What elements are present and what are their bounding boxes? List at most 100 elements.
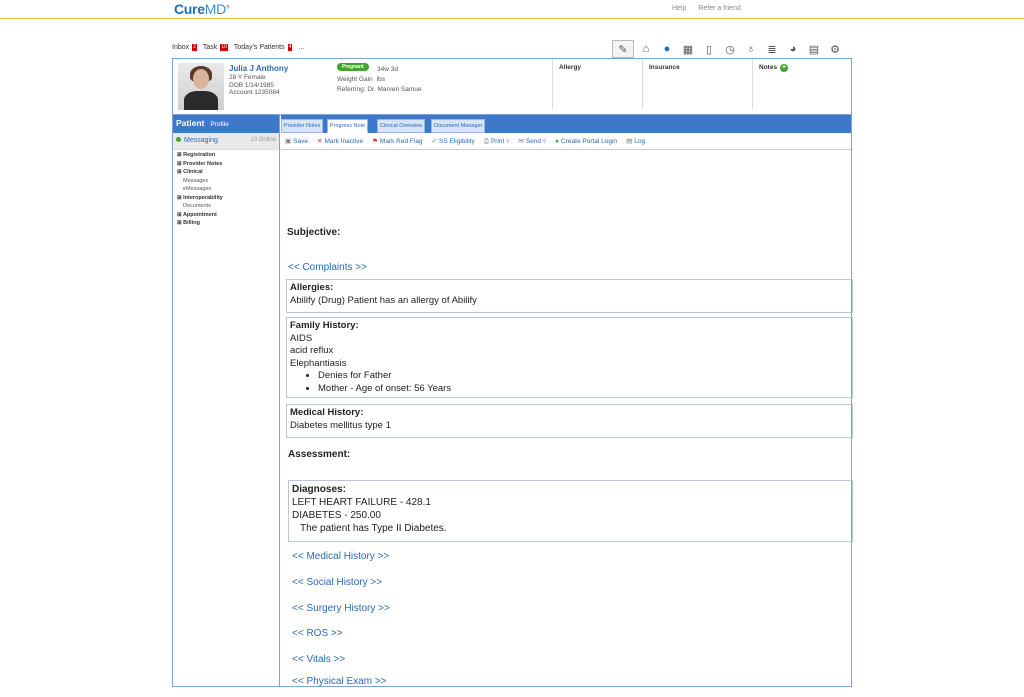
family-bullet: Denies for Father — [318, 370, 849, 383]
progress-note-content: Subjective: << Complaints >> Allergies: … — [281, 150, 853, 687]
patient-banner: Julia J Anthony 28 Y Female DOB 1/14/198… — [173, 59, 851, 115]
document-icon[interactable]: ▯ — [700, 40, 718, 58]
family-item: AIDS — [290, 332, 313, 344]
film-icon[interactable]: ▤ — [805, 40, 823, 58]
eligibility-icon: ✓ — [431, 138, 437, 145]
diagnoses-section: Diagnoses: LEFT HEART FAILURE - 428.1 DI… — [288, 480, 853, 542]
allergies-text: Abilify (Drug) Patient has an allergy of… — [290, 294, 477, 306]
tree-item-billing[interactable]: ⊞ Billing — [177, 219, 275, 228]
insurance-label: Insurance — [649, 64, 680, 71]
tree-item-appointment[interactable]: ⊞ Appointment — [177, 211, 275, 220]
money-bag-icon[interactable]: ♁ — [742, 40, 760, 58]
top-links: Help Refer a friend — [672, 5, 751, 12]
family-item: Elephantiasis — [290, 357, 347, 369]
patient-account: Account 1235084 — [229, 89, 280, 96]
tab-progress-note[interactable]: Progress Note — [327, 119, 369, 133]
sidebar-title[interactable]: Patient — [176, 118, 204, 128]
create-portal-login-button[interactable]: ● Create Portal Login — [555, 138, 617, 145]
vitals-link[interactable]: << Vitals >> — [292, 654, 345, 665]
patient-name[interactable]: Julia J Anthony — [229, 64, 288, 73]
stack-icon[interactable]: ≣ — [763, 40, 781, 58]
medical-history-section: Medical History: Diabetes mellitus type … — [286, 404, 853, 438]
tree-item-documents[interactable]: Documents — [177, 202, 275, 211]
complaints-link[interactable]: << Complaints >> — [288, 262, 367, 273]
patient-dob: DOB 1/14/1985 — [229, 81, 274, 89]
add-note-icon[interactable]: + — [780, 64, 789, 72]
referring-physician: Referring: Dr. Marven Samue — [337, 86, 422, 93]
stethoscope-icon[interactable]: ✎ — [612, 40, 634, 58]
family-bullet: Mother - Age of onset: 56 Years — [318, 383, 849, 396]
tab-document-manager[interactable]: Document Manager — [431, 119, 486, 133]
log-icon: ▤ — [626, 138, 633, 145]
patient-age-sex: 28 Y Female — [229, 74, 266, 81]
task-link[interactable]: Task — [203, 44, 217, 51]
allergies-section: Allergies: Abilify (Drug) Patient has an… — [286, 279, 853, 313]
tab-strip: Provider Notes Progress Note Clinical Ov… — [281, 115, 851, 133]
notes-label: Notes — [759, 64, 778, 71]
patient-info: 28 Y Female DOB 1/14/1985 Account 123508… — [229, 74, 280, 97]
tree-item-clinical[interactable]: ⊞ Clinical — [177, 168, 275, 177]
sidebar-header: Patient Profile — [173, 115, 279, 133]
send-button[interactable]: ✉ Send ▿ — [518, 137, 546, 145]
task-count-badge: 10 — [220, 44, 228, 51]
insurance-panel: Insurance — [642, 59, 752, 109]
mark-inactive-button[interactable]: ✕ Mark Inactive — [317, 137, 363, 145]
user-icon[interactable]: ● — [658, 40, 676, 58]
tab-clinical-overview[interactable]: Clinical Overview — [377, 119, 426, 133]
social-history-link[interactable]: << Social History >> — [292, 577, 382, 588]
todays-patients-link[interactable]: Today's Patients — [234, 44, 285, 51]
messaging-row[interactable]: Messaging 10 Online — [173, 133, 279, 150]
tree-item-provider-notes[interactable]: ⊞ Provider Notes — [177, 160, 275, 169]
home-icon[interactable]: ⌂ — [637, 40, 655, 58]
sidebar-profile-link[interactable]: Profile — [210, 121, 228, 128]
module-toolbar: ✎ ⌂ ● ▦ ▯ ◷ ♁ ≣ ◕ ▤ ⚙ — [612, 40, 844, 58]
ss-eligibility-button[interactable]: ✓ SS Eligibility — [432, 137, 475, 145]
help-link[interactable]: Help — [672, 5, 686, 12]
inbox-link[interactable]: Inbox — [172, 44, 189, 51]
inactive-icon: ✕ — [316, 138, 323, 145]
action-toolbar: ▣ Save ✕ Mark Inactive ⚑ Mark Red Flag ✓ SS … — [281, 133, 851, 150]
mark-red-flag-button[interactable]: ⚑ Mark Red Flag — [372, 137, 422, 145]
inbox-count-badge: 2 — [192, 44, 197, 51]
family-history-section: Family History: AIDS acid reflux Elephan… — [286, 317, 853, 398]
medical-history-title: Medical History: — [290, 407, 364, 418]
patient-frame: Julia J Anthony 28 Y Female DOB 1/14/198… — [172, 58, 853, 687]
log-button[interactable]: ▤ Log — [626, 137, 645, 145]
tree-item-registration[interactable]: ⊞ Registration — [177, 151, 275, 160]
notification-bar: Inbox 2 Task 10 Today's Patients 4 ... — [172, 44, 304, 51]
alarm-icon[interactable]: ◷ — [721, 40, 739, 58]
gestation-value: 34w 3d — [377, 66, 398, 73]
tab-provider-notes[interactable]: Provider Notes — [281, 119, 324, 133]
assessment-heading: Assessment: — [288, 449, 351, 460]
online-status-icon — [176, 137, 181, 142]
refer-friend-link[interactable]: Refer a friend — [698, 5, 740, 12]
print-button[interactable]: ⎙ Print ▿ — [484, 137, 510, 146]
surgery-history-link[interactable]: << Surgery History >> — [292, 603, 390, 614]
portal-icon: ● — [555, 137, 560, 145]
calendar-icon[interactable]: ▦ — [679, 40, 697, 58]
tree-item-emessages[interactable]: eMessages — [177, 185, 275, 194]
medical-history-link[interactable]: << Medical History >> — [292, 551, 389, 562]
weight-gain-label: Weight Gain — [337, 76, 373, 83]
pregnancy-info: 34w 3d Weight Gain lbs Referring: Dr. Mar… — [337, 65, 422, 95]
weight-gain-unit: lbs — [376, 76, 385, 83]
family-item: acid reflux — [290, 345, 334, 356]
main-panel: Provider Notes Progress Note Clinical Ov… — [281, 115, 853, 687]
medical-history-text: Diabetes mellitus type 1 — [290, 419, 391, 431]
family-history-title: Family History: — [290, 320, 359, 331]
online-count: 10 Online — [250, 137, 276, 143]
diagnosis-item: DIABETES - 250.00 — [292, 510, 381, 521]
gear-icon[interactable]: ⚙ — [826, 40, 844, 58]
save-button[interactable]: ▣ Save — [285, 137, 308, 145]
physical-exam-link[interactable]: << Physical Exam >> — [292, 676, 387, 687]
tree-item-interoperability[interactable]: ⊞ Interoperability — [177, 194, 275, 203]
subjective-heading: Subjective: — [287, 227, 341, 238]
ros-link[interactable]: << ROS >> — [292, 628, 343, 639]
more-indicator: ... — [298, 44, 305, 51]
notes-panel: Notes + — [752, 59, 851, 109]
red-flag-icon: ⚑ — [372, 138, 378, 145]
pie-chart-icon[interactable]: ◕ — [784, 40, 802, 58]
diagnosis-item: LEFT HEART FAILURE - 428.1 — [292, 497, 431, 508]
curemd-logo[interactable]: CureMD® — [174, 1, 230, 17]
tree-item-messages[interactable]: Messages — [177, 177, 275, 186]
